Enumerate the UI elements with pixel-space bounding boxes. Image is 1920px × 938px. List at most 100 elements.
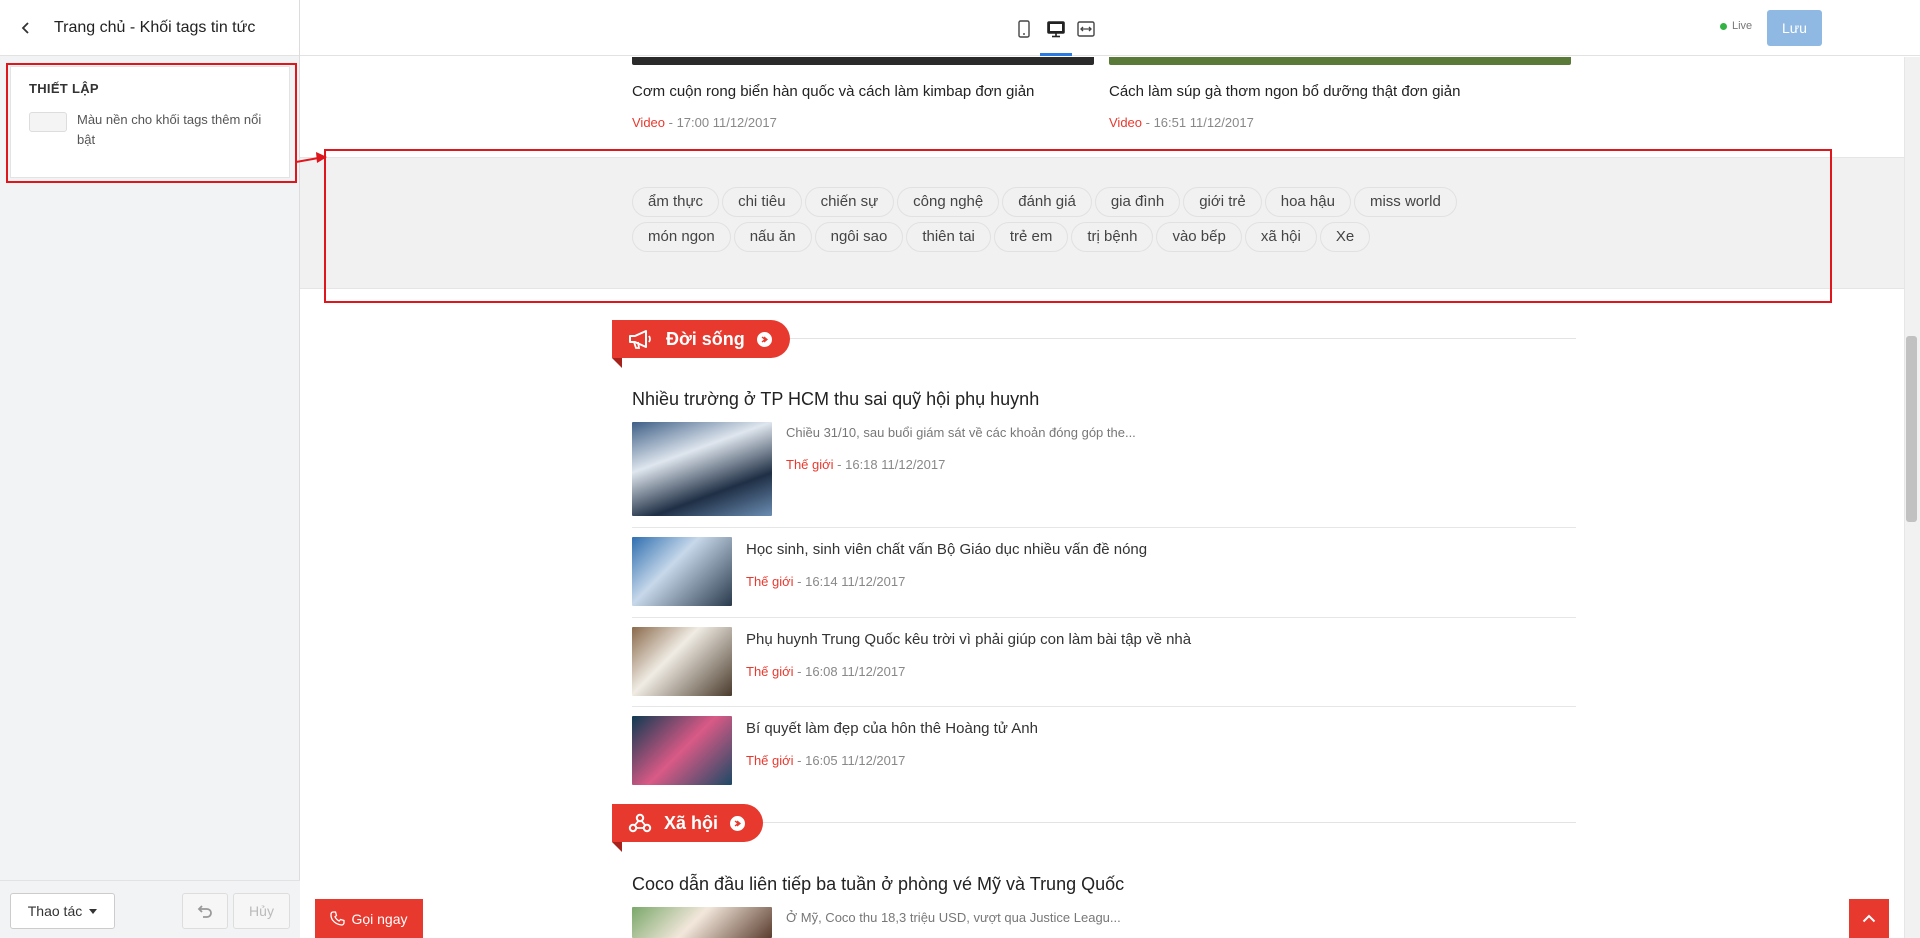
news-time: 17:00 11/12/2017 — [676, 115, 777, 130]
lead-article-image[interactable] — [632, 907, 772, 938]
undo-button[interactable] — [182, 893, 228, 929]
tags-block[interactable]: ẩm thực chi tiêu chiến sự công nghệ đánh giá… — [300, 157, 1904, 289]
back-button[interactable] — [14, 16, 38, 40]
section-title-button[interactable]: Đời sống — [612, 320, 790, 358]
chevron-up-icon — [1862, 914, 1876, 923]
tag-chip[interactable]: chiến sự — [804, 187, 895, 217]
arrow-right-icon — [756, 331, 772, 347]
actions-label: Thao tác — [27, 903, 83, 919]
arrow-right-icon — [730, 815, 746, 831]
article-meta: Thế giới - 16:08 11/12/2017 — [746, 664, 906, 679]
article-title[interactable]: Phụ huynh Trung Quốc kêu trời vì phải gi… — [746, 631, 1191, 648]
save-button[interactable]: Lưu — [1767, 10, 1822, 46]
lead-article-image[interactable] — [632, 422, 772, 516]
news-card[interactable]: Cách làm súp gà thơm ngon bổ dưỡng thật … — [1109, 57, 1571, 130]
undo-icon — [197, 905, 212, 918]
article-meta: Thế giới - 16:05 11/12/2017 — [746, 753, 906, 768]
settings-card: THIẾT LẬP Màu nền cho khối tags thêm nổi… — [10, 66, 290, 178]
tag-chip[interactable]: ngôi sao — [814, 222, 904, 252]
live-label: Live — [1732, 20, 1753, 32]
list-divider — [632, 617, 1576, 618]
tag-chip[interactable]: xã hội — [1244, 222, 1317, 252]
article-time: 16:18 11/12/2017 — [845, 457, 946, 472]
ribbon-fold — [612, 842, 622, 852]
chevron-left-icon — [21, 21, 29, 34]
section-title: Xã hội — [664, 812, 719, 833]
call-now-button[interactable]: Gọi ngay — [315, 899, 423, 938]
panel-footer: Thao tác Hủy — [0, 880, 300, 938]
article-category[interactable]: Thế giới — [786, 457, 834, 472]
news-category[interactable]: Video — [1109, 115, 1142, 130]
news-title[interactable]: Cách làm súp gà thơm ngon bổ dưỡng thật … — [1109, 83, 1571, 100]
tag-chip[interactable]: gia đình — [1094, 187, 1181, 217]
cancel-button[interactable]: Hủy — [233, 893, 290, 929]
section-title-button[interactable]: Xã hội — [612, 804, 764, 842]
panel-title: Trang chủ - Khối tags tin tức — [54, 18, 256, 36]
tag-chip[interactable]: Xe — [1319, 222, 1371, 252]
article-time: 16:05 11/12/2017 — [805, 753, 906, 768]
tag-chip[interactable]: vào bếp — [1156, 222, 1242, 252]
lead-article-title[interactable]: Coco dẫn đầu liên tiếp ba tuần ở phòng v… — [632, 874, 1124, 895]
article-category[interactable]: Thế giới — [746, 664, 794, 679]
share-icon — [628, 813, 652, 833]
bg-option-label: Màu nền cho khối tags thêm nổi bật — [77, 112, 262, 147]
bg-toggle[interactable] — [29, 112, 67, 132]
section-title: Đời sống — [666, 328, 745, 349]
tag-chip[interactable]: miss world — [1353, 187, 1457, 217]
lead-article-description: Ở Mỹ, Coco thu 18,3 triệu USD, vượt qua … — [786, 910, 1121, 925]
article-thumbnail[interactable] — [632, 627, 732, 696]
back-to-top-button[interactable] — [1849, 899, 1889, 938]
settings-title: THIẾT LẬP — [29, 81, 99, 96]
lead-article-title[interactable]: Nhiều trường ở TP HCM thu sai quỹ hội ph… — [632, 389, 1039, 410]
news-thumbnail — [632, 57, 1094, 65]
article-category[interactable]: Thế giới — [746, 574, 794, 589]
caret-down-icon — [89, 908, 98, 914]
news-thumbnail — [1109, 57, 1571, 65]
news-title[interactable]: Cơm cuộn rong biển hàn quốc và cách làm … — [632, 83, 1094, 100]
megaphone-icon — [629, 330, 651, 349]
news-meta: Video - 16:51 11/12/2017 — [1109, 115, 1254, 130]
phone-icon — [330, 911, 346, 926]
section-header-xa-hoi: Xã hội — [612, 804, 1576, 852]
fit-width-view-button[interactable] — [1071, 14, 1101, 44]
list-divider — [632, 527, 1576, 528]
tag-chip[interactable]: thiên tai — [906, 222, 991, 252]
desktop-view-button[interactable] — [1041, 14, 1071, 44]
live-dot — [1720, 22, 1727, 30]
ribbon-fold — [612, 358, 622, 368]
news-category[interactable]: Video — [632, 115, 665, 130]
article-title[interactable]: Học sinh, sinh viên chất vấn Bộ Giáo dục… — [746, 541, 1147, 558]
fit-width-icon — [1077, 21, 1095, 37]
article-title[interactable]: Bí quyết làm đẹp của hôn thê Hoàng tử An… — [746, 720, 1038, 737]
tag-chip[interactable]: món ngon — [632, 222, 731, 252]
tag-chip[interactable]: đánh giá — [1002, 187, 1092, 217]
tag-chip[interactable]: chi tiêu — [722, 187, 802, 217]
article-meta: Thế giới - 16:14 11/12/2017 — [746, 574, 906, 589]
article-category[interactable]: Thế giới — [746, 753, 794, 768]
news-time: 16:51 11/12/2017 — [1153, 115, 1254, 130]
tag-chip[interactable]: giới trẻ — [1183, 187, 1262, 217]
scrollbar-thumb[interactable] — [1906, 336, 1917, 522]
editor-toolbar: Live Lưu — [300, 0, 1920, 56]
mobile-view-button[interactable] — [1009, 14, 1039, 44]
actions-dropdown[interactable]: Thao tác — [10, 893, 115, 929]
article-thumbnail[interactable] — [632, 537, 732, 606]
tag-chip[interactable]: trị bệnh — [1071, 222, 1154, 252]
tag-chip[interactable]: công nghệ — [897, 187, 1000, 217]
tag-chip[interactable]: nấu ăn — [733, 222, 812, 252]
tag-chip[interactable]: trẻ em — [993, 222, 1069, 252]
news-card[interactable]: Cơm cuộn rong biển hàn quốc và cách làm … — [632, 57, 1094, 130]
bg-option: Màu nền cho khối tags thêm nổi bật — [29, 110, 271, 150]
section-header-doi-song: Đời sống — [612, 320, 1576, 368]
page-preview: Cơm cuộn rong biển hàn quốc và cách làm … — [300, 57, 1904, 938]
tag-chip[interactable]: hoa hậu — [1264, 187, 1351, 217]
live-status: Live — [1720, 20, 1752, 32]
list-divider — [632, 706, 1576, 707]
article-thumbnail[interactable] — [632, 716, 732, 785]
tag-chip[interactable]: ẩm thực — [632, 187, 720, 217]
desktop-icon — [1047, 20, 1065, 37]
article-time: 16:14 11/12/2017 — [805, 574, 906, 589]
lead-article-description: Chiều 31/10, sau buổi giám sát về các kh… — [786, 425, 1136, 440]
tag-list: ẩm thực chi tiêu chiến sự công nghệ đánh giá… — [632, 187, 1532, 257]
mobile-icon — [1018, 20, 1030, 38]
